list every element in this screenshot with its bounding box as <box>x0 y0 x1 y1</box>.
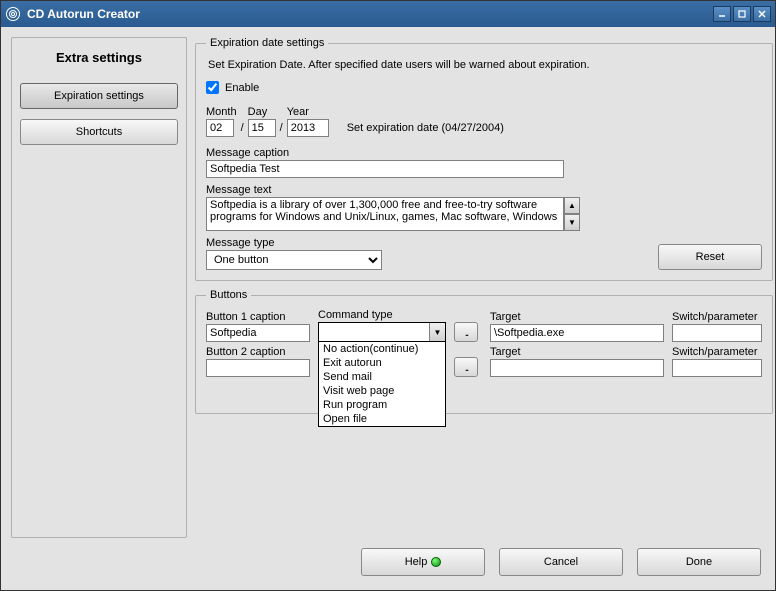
button1-caption-label: Button 1 caption <box>206 311 310 323</box>
day-input[interactable] <box>248 119 276 137</box>
command-type-dropdown: No action(continue) Exit autorun Send ma… <box>318 341 446 427</box>
dropdown-option[interactable]: Run program <box>319 398 445 412</box>
buttons-fieldset: Buttons Button 1 caption Command type ▼ <box>195 289 773 414</box>
day-label: Day <box>248 106 276 118</box>
expiration-settings-button[interactable]: Expiration settings <box>20 83 178 109</box>
help-button[interactable]: Help <box>361 548 485 576</box>
month-input[interactable] <box>206 119 234 137</box>
expiration-hint: Set Expiration Date. After specified dat… <box>208 59 762 71</box>
msg-type-label: Message type <box>206 237 382 249</box>
month-label: Month <box>206 106 237 118</box>
date-separator: / <box>280 122 283 137</box>
msg-caption-label: Message caption <box>206 147 762 159</box>
footer: Help Cancel Done <box>11 538 765 580</box>
switch1-input[interactable] <box>672 324 762 342</box>
target1-label: Target <box>490 311 664 323</box>
main-panel: Expiration date settings Set Expiration … <box>195 37 773 538</box>
dropdown-option[interactable]: Open file <box>319 412 445 426</box>
shortcuts-button[interactable]: Shortcuts <box>20 119 178 145</box>
dropdown-option[interactable]: Send mail <box>319 370 445 384</box>
date-separator: / <box>241 122 244 137</box>
buttons-legend: Buttons <box>206 289 251 301</box>
dropdown-option[interactable]: Visit web page <box>319 384 445 398</box>
help-icon <box>431 557 441 567</box>
expiration-fieldset: Expiration date settings Set Expiration … <box>195 37 773 281</box>
year-label: Year <box>287 106 329 118</box>
window-title: CD Autorun Creator <box>27 7 711 21</box>
reset-button[interactable]: Reset <box>658 244 762 270</box>
close-button[interactable] <box>753 6 771 22</box>
button2-caption-input[interactable] <box>206 359 310 377</box>
button2-caption-label: Button 2 caption <box>206 346 310 358</box>
cancel-button[interactable]: Cancel <box>499 548 623 576</box>
command-type-select[interactable]: ▼ <box>318 322 446 342</box>
maximize-button[interactable] <box>733 6 751 22</box>
button1-caption-input[interactable] <box>206 324 310 342</box>
msg-text-label: Message text <box>206 184 762 196</box>
date-hint: Set expiration date (04/27/2004) <box>347 122 504 137</box>
target1-input[interactable] <box>490 324 664 342</box>
switch1-label: Switch/parameter <box>672 311 762 323</box>
enable-checkbox[interactable] <box>206 81 219 94</box>
switch2-input[interactable] <box>672 359 762 377</box>
scroll-down-icon[interactable]: ▼ <box>564 214 580 231</box>
app-icon <box>5 6 21 22</box>
target2-label: Target <box>490 346 664 358</box>
enable-label: Enable <box>225 82 259 94</box>
dropdown-option[interactable]: No action(continue) <box>319 342 445 356</box>
browse-button-2[interactable]: .. <box>454 357 478 377</box>
sidebar: Extra settings Expiration settings Short… <box>11 37 187 538</box>
msg-type-select[interactable]: One button <box>206 250 382 270</box>
minimize-button[interactable] <box>713 6 731 22</box>
scroll-up-icon[interactable]: ▲ <box>564 197 580 214</box>
help-label: Help <box>405 556 428 568</box>
chevron-down-icon: ▼ <box>429 323 445 341</box>
command-type-label: Command type <box>318 309 446 321</box>
dropdown-option[interactable]: Exit autorun <box>319 356 445 370</box>
switch2-label: Switch/parameter <box>672 346 762 358</box>
content-area: Extra settings Expiration settings Short… <box>1 27 775 590</box>
year-input[interactable] <box>287 119 329 137</box>
expiration-legend: Expiration date settings <box>206 37 328 49</box>
browse-button-1[interactable]: .. <box>454 322 478 342</box>
sidebar-title: Extra settings <box>56 50 142 65</box>
msg-text-area[interactable]: Softpedia is a library of over 1,300,000… <box>206 197 564 231</box>
done-button[interactable]: Done <box>637 548 761 576</box>
title-bar: CD Autorun Creator <box>1 1 775 27</box>
target2-input[interactable] <box>490 359 664 377</box>
app-window: CD Autorun Creator Extra settings Expira… <box>0 0 776 591</box>
msg-caption-input[interactable] <box>206 160 564 178</box>
